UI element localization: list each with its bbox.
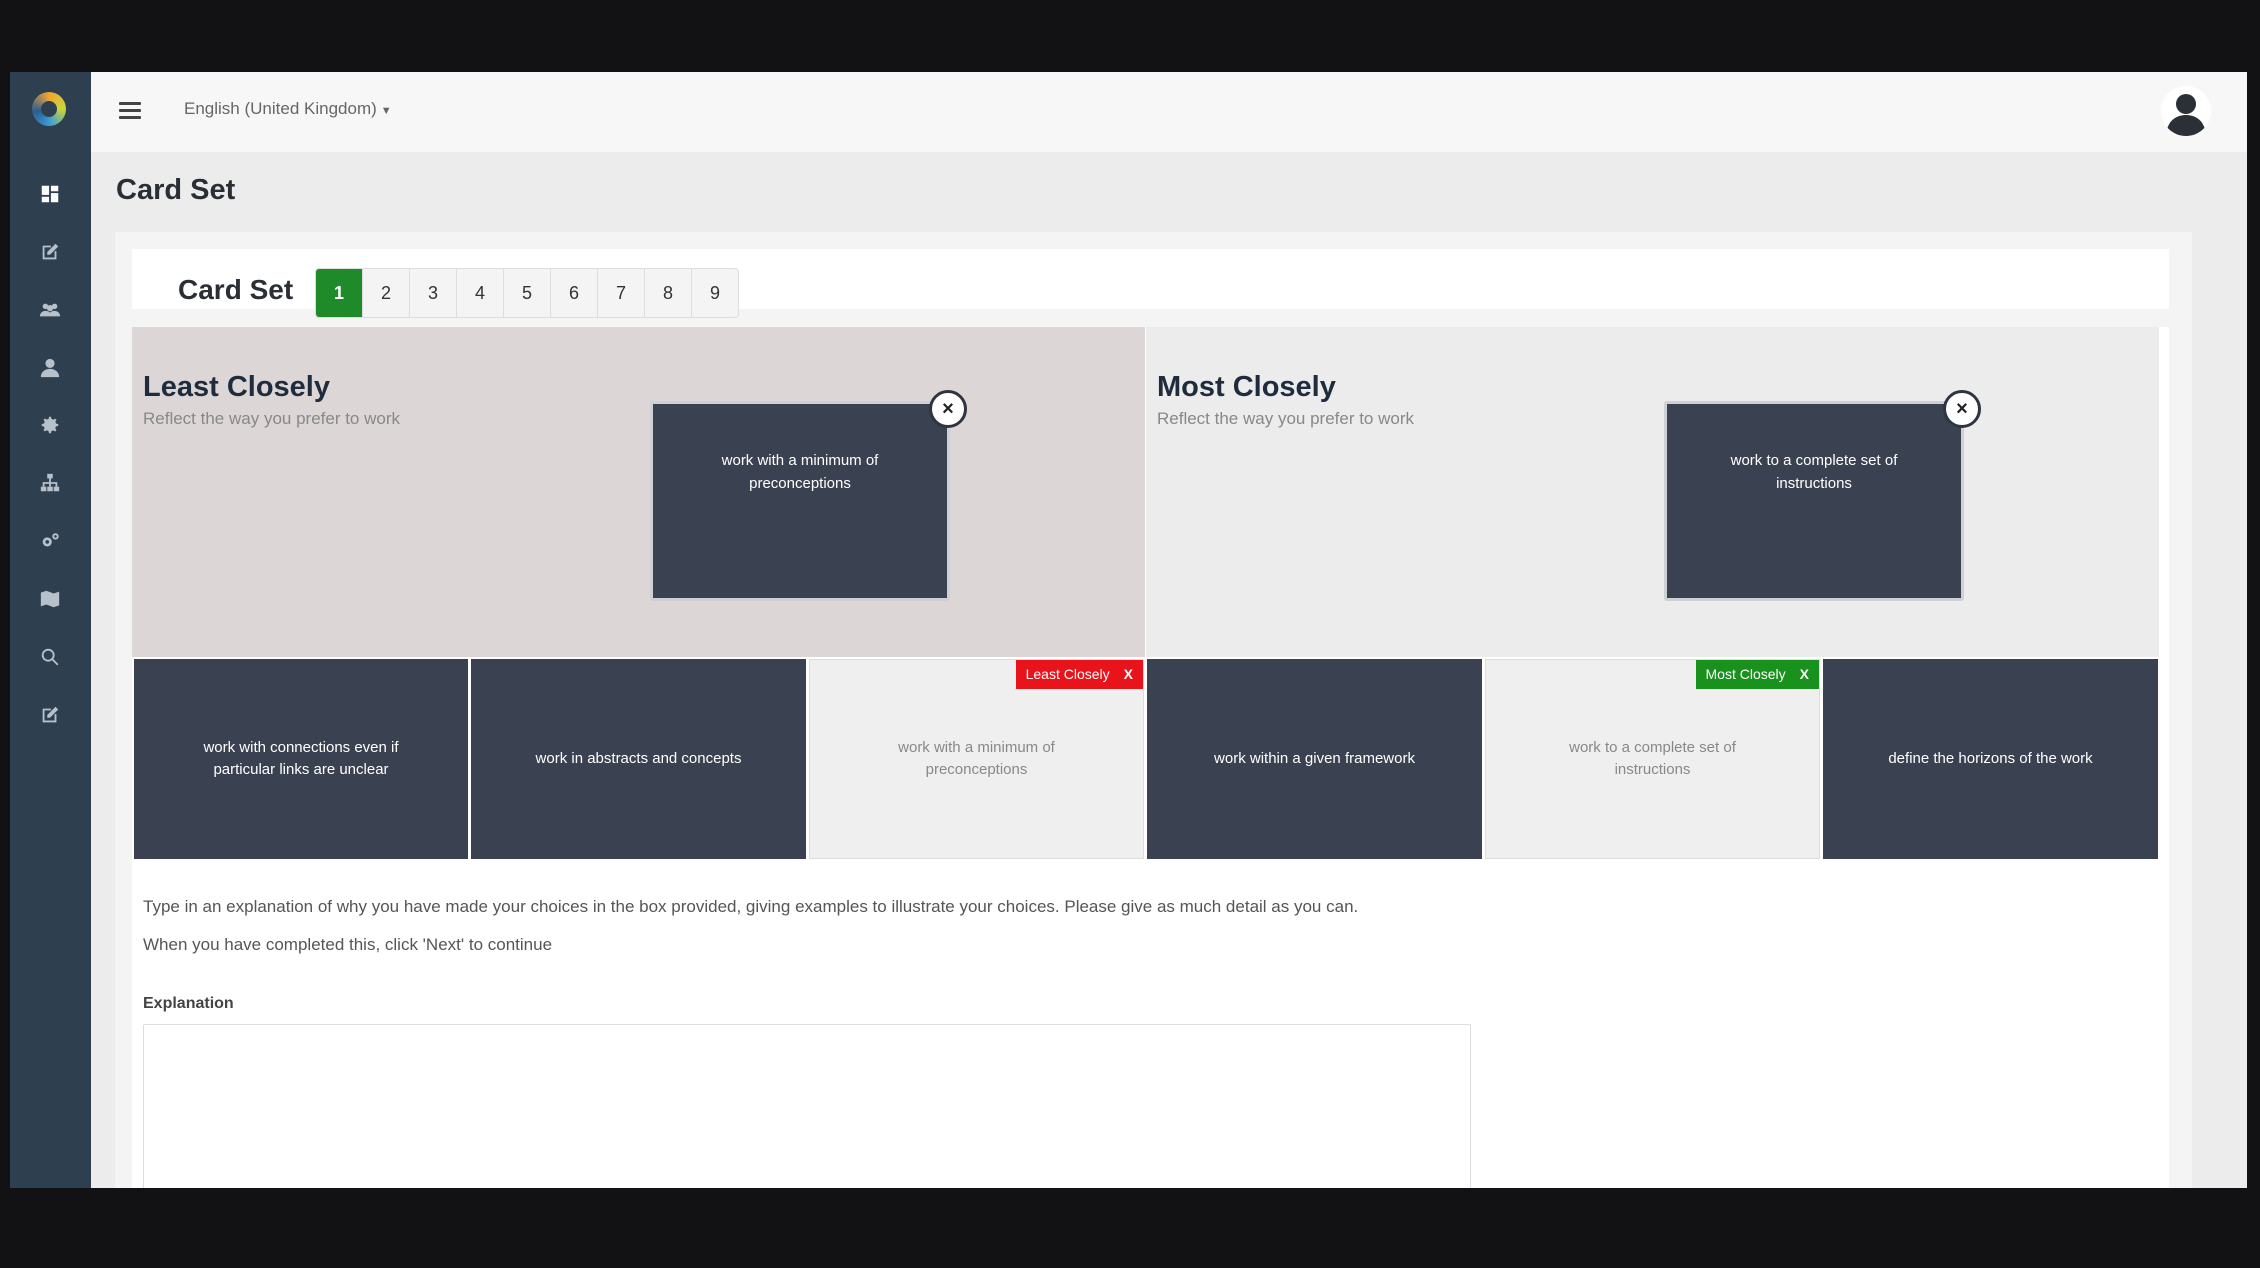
card-text: work to a complete set of instructions: [1569, 738, 1736, 779]
least-closely-zone[interactable]: Least Closely Reflect the way you prefer…: [132, 327, 1145, 657]
page-button-6[interactable]: 6: [551, 269, 598, 317]
placed-card-text: work with a minimum of preconceptions: [721, 452, 879, 492]
page-button-8[interactable]: 8: [645, 269, 692, 317]
page-button-7[interactable]: 7: [598, 269, 645, 317]
tag-close-icon[interactable]: X: [1800, 664, 1809, 685]
page-button-4[interactable]: 4: [457, 269, 504, 317]
close-icon: ×: [1956, 398, 1968, 420]
least-closely-placed-card[interactable]: work with a minimum of preconceptions ×: [650, 390, 967, 601]
card-text: define the horizons of the work: [1888, 749, 2093, 767]
tag-close-icon[interactable]: X: [1124, 664, 1133, 685]
dashboard-icon[interactable]: [38, 182, 62, 206]
hierarchy-icon[interactable]: [38, 471, 62, 495]
user-icon[interactable]: [38, 356, 62, 380]
instruction-line: When you have completed this, click 'Nex…: [143, 935, 553, 954]
edit-icon[interactable]: [38, 703, 62, 727]
most-closely-title: Most Closely: [1157, 371, 1336, 403]
language-label: English (United Kingdom): [184, 99, 377, 118]
card-item[interactable]: work within a given framework: [1147, 659, 1482, 859]
page-button-9[interactable]: 9: [692, 269, 738, 317]
page-title: Card Set: [116, 174, 236, 206]
cogs-icon[interactable]: [38, 529, 62, 553]
gear-icon[interactable]: [38, 413, 62, 437]
explanation-label: Explanation: [143, 995, 234, 1012]
remove-card-button[interactable]: ×: [1943, 390, 1981, 428]
page-button-2[interactable]: 2: [363, 269, 410, 317]
instructions: Type in an explanation of why you have m…: [143, 897, 1358, 973]
card-text: work in abstracts and concepts: [535, 749, 742, 767]
topbar: English (United Kingdom) ▼: [91, 72, 2247, 152]
card-set-label: Card Set: [178, 274, 294, 305]
tag-label: Least Closely: [1025, 666, 1110, 682]
close-icon: ×: [942, 398, 954, 420]
least-closely-title: Least Closely: [143, 371, 330, 403]
card-set-pagination: 1 2 3 4 5 6 7 8 9: [315, 268, 739, 318]
card-row: work with connections even if particular…: [132, 659, 2169, 859]
explanation-textarea[interactable]: [143, 1024, 1471, 1188]
content-panel: Card Set 1 2 3 4 5 6 7 8 9 Least Closely…: [115, 232, 2192, 1188]
most-closely-zone[interactable]: Most Closely Reflect the way you prefer …: [1146, 327, 2159, 657]
most-closely-placed-card[interactable]: work to a complete set of instructions ×: [1664, 390, 1981, 601]
placed-card-text: work to a complete set of instructions: [1730, 452, 1898, 492]
card-item[interactable]: define the horizons of the work: [1823, 659, 2158, 859]
users-icon[interactable]: [38, 298, 62, 322]
most-closely-subtitle: Reflect the way you prefer to work: [1157, 409, 1415, 428]
card-item-placed: work with a minimum of preconceptions Le…: [809, 659, 1144, 859]
card-item-placed: work to a complete set of instructions M…: [1485, 659, 1820, 859]
map-icon[interactable]: [38, 587, 62, 611]
edit-icon[interactable]: [38, 240, 62, 264]
page-button-1[interactable]: 1: [316, 269, 363, 317]
card-item[interactable]: work with connections even if particular…: [134, 659, 468, 859]
most-closely-tag[interactable]: Most Closely X: [1695, 660, 1819, 689]
instruction-line: Type in an explanation of why you have m…: [143, 897, 1359, 916]
page-button-5[interactable]: 5: [504, 269, 551, 317]
app-logo[interactable]: [32, 92, 66, 126]
card-item[interactable]: work in abstracts and concepts: [471, 659, 806, 859]
language-selector[interactable]: English (United Kingdom) ▼: [184, 99, 392, 119]
search-icon[interactable]: [38, 645, 62, 669]
card-text: work with connections even if particular…: [203, 738, 399, 779]
least-closely-tag[interactable]: Least Closely X: [1015, 660, 1143, 689]
menu-toggle-icon[interactable]: [119, 102, 141, 120]
card-sort-area: Least Closely Reflect the way you prefer…: [132, 327, 2169, 1188]
user-avatar-icon[interactable]: [2161, 86, 2211, 136]
card-set-header: Card Set 1 2 3 4 5 6 7 8 9: [132, 249, 2169, 318]
card-text: work within a given framework: [1214, 749, 1415, 767]
caret-down-icon: ▼: [380, 105, 392, 117]
tag-label: Most Closely: [1705, 666, 1786, 682]
least-closely-subtitle: Reflect the way you prefer to work: [143, 409, 401, 428]
card-text: work with a minimum of preconceptions: [898, 738, 1055, 779]
sidebar: [10, 72, 91, 1188]
app-window: English (United Kingdom) ▼ Card Set Card …: [10, 72, 2247, 1188]
page-button-3[interactable]: 3: [410, 269, 457, 317]
remove-card-button[interactable]: ×: [929, 390, 967, 428]
